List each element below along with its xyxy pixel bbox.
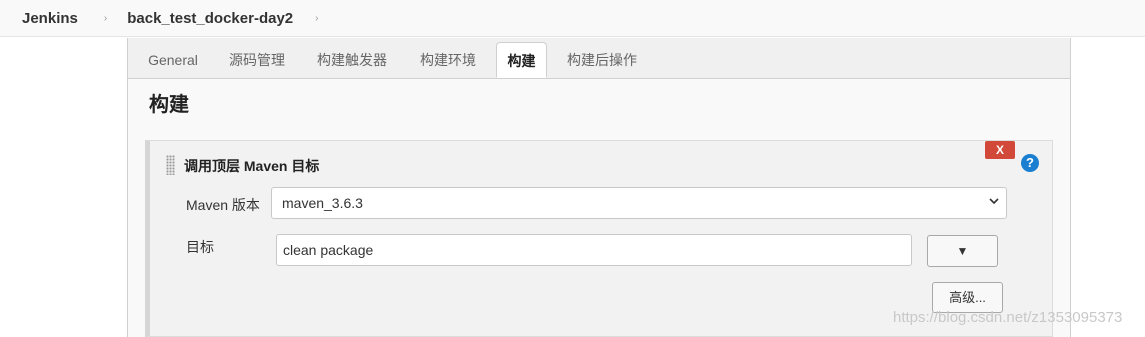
- maven-version-select[interactable]: maven_3.6.3: [271, 187, 1007, 219]
- tab-build-triggers[interactable]: 构建触发器: [306, 42, 398, 78]
- help-icon[interactable]: ?: [1021, 154, 1039, 172]
- tab-post-build[interactable]: 构建后操作: [556, 42, 648, 78]
- tab-build[interactable]: 构建: [496, 42, 547, 78]
- delete-step-button[interactable]: X: [985, 141, 1015, 159]
- breadcrumb-separator-icon[interactable]: ›: [104, 13, 107, 24]
- chevron-down-icon: [989, 198, 999, 205]
- config-panel: General 源码管理 构建触发器 构建环境 构建 构建后操作 构建 调用顶层…: [127, 38, 1071, 337]
- maven-version-value: maven_3.6.3: [282, 195, 363, 211]
- maven-version-label: Maven 版本: [186, 197, 260, 213]
- build-step-maven: 调用顶层 Maven 目标 X ? Maven 版本 maven_3.6.3 目…: [145, 140, 1053, 337]
- expand-textarea-button[interactable]: ▼: [927, 235, 998, 267]
- breadcrumb-job[interactable]: back_test_docker-day2: [127, 10, 293, 27]
- breadcrumb: Jenkins › back_test_docker-day2 ›: [0, 0, 1145, 37]
- tab-source-code[interactable]: 源码管理: [216, 42, 298, 78]
- section-title: 构建: [149, 94, 189, 116]
- tab-build-environment[interactable]: 构建环境: [406, 42, 490, 78]
- watermark: https://blog.csdn.net/z1353095373: [893, 309, 1123, 326]
- breadcrumb-separator-icon[interactable]: ›: [315, 13, 318, 24]
- build-step-title: 调用顶层 Maven 目标: [184, 158, 320, 174]
- goals-label: 目标: [186, 239, 214, 255]
- drag-handle-icon[interactable]: [166, 155, 175, 175]
- config-tabbar: General 源码管理 构建触发器 构建环境 构建 构建后操作: [128, 38, 1070, 79]
- breadcrumb-jenkins[interactable]: Jenkins: [22, 10, 78, 27]
- goals-input[interactable]: [276, 234, 912, 266]
- tab-general[interactable]: General: [138, 42, 208, 78]
